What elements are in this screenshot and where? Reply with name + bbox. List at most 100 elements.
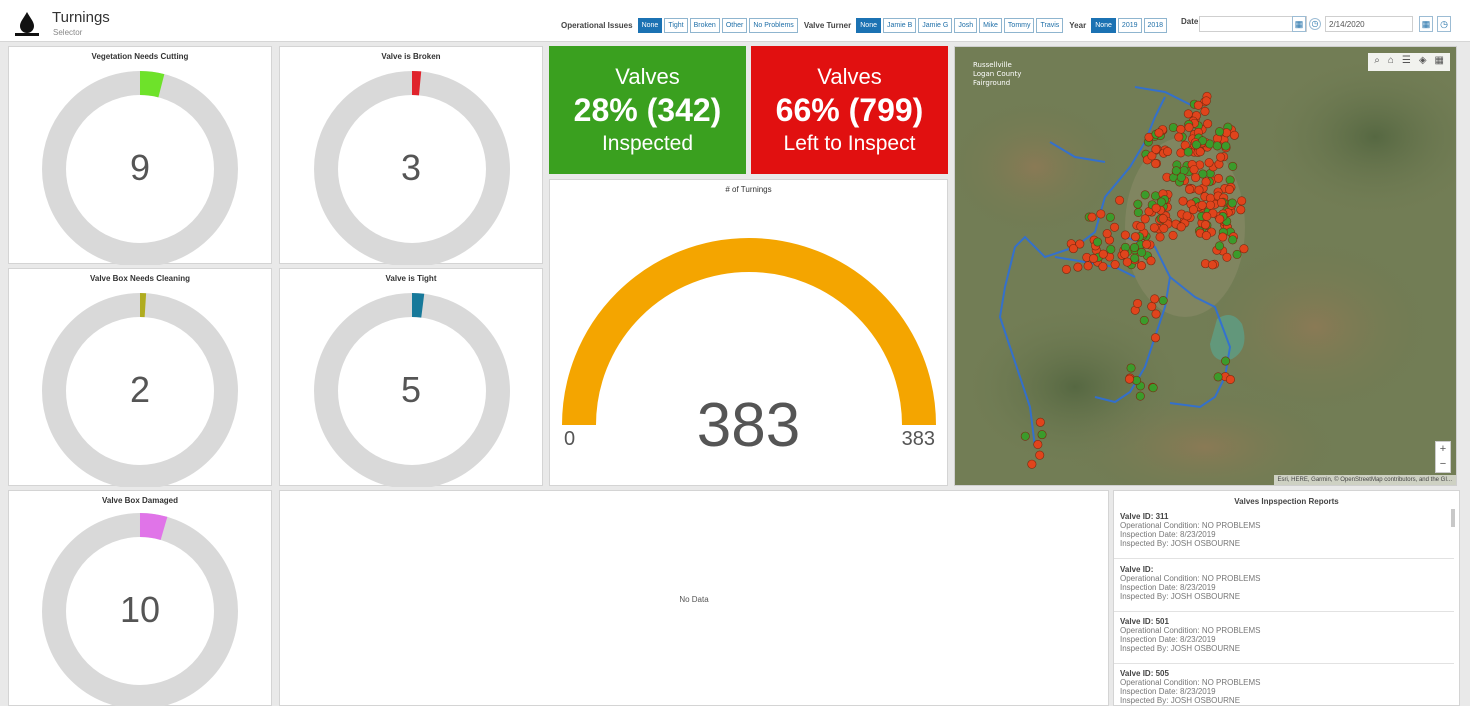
report-condition: Operational Condition: NO PROBLEMS bbox=[1120, 521, 1261, 530]
map-marker bbox=[1207, 260, 1217, 270]
operational-option-broken[interactable]: Broken bbox=[689, 17, 720, 33]
map-marker bbox=[1102, 229, 1112, 239]
date-range-start-input[interactable] bbox=[1199, 16, 1307, 32]
header-bar: Turnings Selector Operational Issues Non… bbox=[0, 0, 1470, 42]
map-marker bbox=[1184, 122, 1194, 132]
map-marker bbox=[1151, 159, 1161, 169]
turner-option-tommy[interactable]: Tommy bbox=[1003, 17, 1035, 33]
map-marker bbox=[1168, 122, 1178, 132]
operational-option-no-problems[interactable]: No Problems bbox=[749, 17, 798, 33]
report-date: Inspection Date: 8/23/2019 bbox=[1120, 530, 1216, 539]
map-marker bbox=[1088, 254, 1098, 264]
turner-option-jamie-g[interactable]: Jamie G bbox=[918, 17, 953, 33]
kpi-caption: Inspected bbox=[601, 132, 694, 155]
search-icon[interactable]: ⌕ bbox=[1374, 55, 1380, 69]
legend-icon[interactable]: ☰ bbox=[1402, 55, 1411, 69]
report-date: Inspection Date: 8/23/2019 bbox=[1120, 635, 1216, 644]
map-marker bbox=[1176, 148, 1186, 158]
map-canvas[interactable]: Russellville Logan County Fairground bbox=[955, 47, 1457, 486]
clock-end-icon[interactable]: ◷ bbox=[1437, 16, 1451, 32]
report-valve-id: Valve ID: 311 bbox=[1120, 512, 1169, 521]
map-marker bbox=[1176, 172, 1186, 182]
year-option-none[interactable]: None bbox=[1091, 17, 1116, 33]
zoom-in-button[interactable]: + bbox=[1436, 442, 1450, 457]
category-selectors: Operational Issues None Tight Broken Oth… bbox=[557, 17, 1168, 33]
map-attribution: Esri, HERE, Garmin, © OpenStreetMap cont… bbox=[1273, 475, 1456, 485]
no-data-text: No Data bbox=[679, 595, 709, 604]
map-marker bbox=[1096, 209, 1106, 219]
map-marker bbox=[1224, 185, 1234, 195]
year-option-2019[interactable]: 2019 bbox=[1117, 17, 1142, 33]
map-marker bbox=[1216, 198, 1226, 208]
operational-option-none[interactable]: None bbox=[637, 17, 663, 33]
map-marker bbox=[1129, 243, 1139, 253]
layers-icon[interactable]: ◈ bbox=[1419, 55, 1427, 69]
map-marker bbox=[1148, 383, 1158, 393]
map-marker bbox=[1110, 260, 1120, 270]
donut-value: 5 bbox=[400, 369, 422, 410]
map-marker bbox=[1147, 301, 1157, 311]
map-marker bbox=[1225, 374, 1235, 384]
no-data-panel: No Data bbox=[279, 490, 1109, 706]
turner-option-josh[interactable]: Josh bbox=[954, 17, 978, 33]
map-marker bbox=[1191, 173, 1201, 183]
map-marker bbox=[1110, 222, 1120, 232]
year-option-2018[interactable]: 2018 bbox=[1143, 17, 1168, 33]
map-marker bbox=[1093, 237, 1103, 247]
map-marker bbox=[1105, 212, 1115, 222]
basemap-icon[interactable]: ▦ bbox=[1435, 55, 1444, 69]
map-marker bbox=[1191, 140, 1201, 150]
report-item[interactable]: Valve ID: 311 Operational Condition: NO … bbox=[1120, 512, 1454, 548]
map-marker bbox=[1155, 232, 1165, 242]
report-inspector: Inspected By: JOSH OSBOURNE bbox=[1120, 539, 1241, 548]
map-marker bbox=[1035, 417, 1045, 427]
zoom-out-button[interactable]: − bbox=[1436, 457, 1450, 472]
map-marker bbox=[1176, 124, 1186, 134]
kpi-value: 66% (799) bbox=[775, 92, 924, 128]
report-item[interactable]: Valve ID: 501 Operational Condition: NO … bbox=[1120, 617, 1454, 653]
map-marker bbox=[1146, 256, 1156, 266]
map-marker bbox=[1133, 199, 1143, 209]
map-view[interactable]: Russellville Logan County Fairground ⌕ ⌂… bbox=[954, 46, 1457, 486]
map-marker bbox=[1120, 249, 1130, 259]
map-marker bbox=[1151, 203, 1161, 213]
map-marker bbox=[1188, 205, 1198, 215]
donut-panel-cleaning: Valve Box Needs Cleaning 2 bbox=[8, 268, 272, 487]
home-icon[interactable]: ⌂ bbox=[1388, 55, 1394, 69]
donut-value: 9 bbox=[129, 147, 151, 188]
donut-panel-broken: Valve is Broken 3 bbox=[279, 46, 543, 265]
map-marker bbox=[1237, 196, 1247, 206]
map-marker bbox=[1201, 96, 1211, 106]
report-inspector: Inspected By: JOSH OSBOURNE bbox=[1120, 592, 1241, 601]
calendar-icon[interactable]: ▦ bbox=[1292, 16, 1306, 32]
report-inspector: Inspected By: JOSH OSBOURNE bbox=[1120, 696, 1241, 705]
report-valve-id: Valve ID: 501 bbox=[1120, 617, 1169, 626]
map-marker bbox=[1222, 252, 1232, 262]
report-condition: Operational Condition: NO PROBLEMS bbox=[1120, 678, 1261, 687]
calendar-end-icon[interactable]: ▦ bbox=[1419, 16, 1433, 32]
turner-option-travis[interactable]: Travis bbox=[1036, 17, 1064, 33]
map-marker bbox=[1174, 132, 1184, 142]
map-marker bbox=[1087, 212, 1097, 222]
turner-option-jamie-b[interactable]: Jamie B bbox=[882, 17, 917, 33]
report-condition: Operational Condition: NO PROBLEMS bbox=[1120, 574, 1261, 583]
date-range-end-input[interactable]: 2/14/2020 bbox=[1325, 16, 1413, 32]
map-marker bbox=[1037, 430, 1047, 440]
map-marker bbox=[1140, 214, 1150, 224]
map-marker bbox=[1183, 109, 1193, 119]
map-marker bbox=[1205, 200, 1215, 210]
operational-option-other[interactable]: Other bbox=[721, 17, 748, 33]
turner-option-mike[interactable]: Mike bbox=[979, 17, 1002, 33]
report-item[interactable]: Valve ID: Operational Condition: NO PROB… bbox=[1120, 565, 1454, 601]
report-divider bbox=[1114, 663, 1454, 664]
operational-option-tight[interactable]: Tight bbox=[664, 17, 688, 33]
app-subtitle: Selector bbox=[53, 28, 83, 37]
report-item[interactable]: Valve ID: 505 Operational Condition: NO … bbox=[1120, 669, 1454, 705]
map-label: Logan County bbox=[973, 70, 1021, 78]
turner-option-none[interactable]: None bbox=[856, 17, 881, 33]
clock-icon[interactable]: ◷ bbox=[1309, 18, 1321, 30]
operational-issues-label: Operational Issues bbox=[561, 20, 633, 30]
map-marker bbox=[1229, 130, 1239, 140]
inspection-reports-panel: Valves Inpspection Reports Valve ID: 311… bbox=[1113, 490, 1460, 706]
map-marker bbox=[1215, 214, 1225, 224]
